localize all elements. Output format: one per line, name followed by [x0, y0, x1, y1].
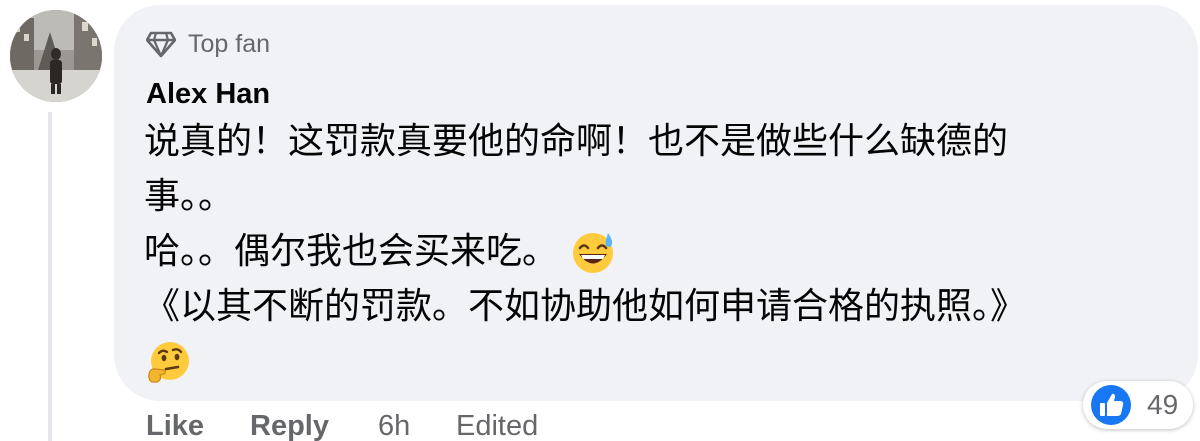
- reaction-count: 49: [1147, 389, 1179, 420]
- edited-label[interactable]: Edited: [456, 406, 538, 441]
- comment-line: 《以其不断的罚款。不如协助他如何申请合格的执照。》: [144, 279, 1174, 334]
- comment-line-text: 说真的！这罚款真要他的命啊！也不是做些什么缺德的: [144, 121, 1009, 162]
- reply-button[interactable]: Reply: [250, 406, 329, 441]
- comment-line-text: 事。。: [144, 176, 235, 217]
- top-fan-badge[interactable]: Top fan: [146, 27, 270, 61]
- comment-line: 说真的！这罚款真要他的命啊！也不是做些什么缺德的: [144, 114, 1174, 169]
- comment-timestamp[interactable]: 6h: [378, 406, 410, 441]
- comment-text: 说真的！这罚款真要他的命啊！也不是做些什么缺德的 事。。 哈。。偶尔我也会买来吃…: [144, 114, 1174, 389]
- like-icon: [1091, 385, 1131, 425]
- badge-label: Top fan: [188, 30, 271, 58]
- grinning-face-with-sweat-emoji: [573, 232, 614, 273]
- comment-line: 事。。: [144, 169, 1174, 224]
- avatar-photo: [10, 10, 102, 102]
- thinking-face-emoji: [148, 341, 189, 383]
- comment-thread: Top fan Alex Han 说真的！这罚款真要他的命啊！也不是做些什么缺德…: [0, 0, 1200, 441]
- like-button[interactable]: Like: [146, 406, 204, 441]
- comment-line: 哈。。偶尔我也会买来吃。: [144, 224, 1174, 279]
- comment-author-name[interactable]: Alex Han: [146, 76, 270, 112]
- reply-thread-line: [48, 112, 52, 441]
- avatar[interactable]: [10, 10, 102, 102]
- comment-line-text: 《以其不断的罚款。不如协助他如何申请合格的执照。》: [144, 286, 1027, 327]
- diamond-icon: [146, 31, 176, 58]
- reactions-button[interactable]: 49: [1083, 381, 1193, 429]
- comment-line: [144, 334, 1174, 389]
- comment-line-text: 哈。。偶尔我也会买来吃。: [144, 231, 559, 272]
